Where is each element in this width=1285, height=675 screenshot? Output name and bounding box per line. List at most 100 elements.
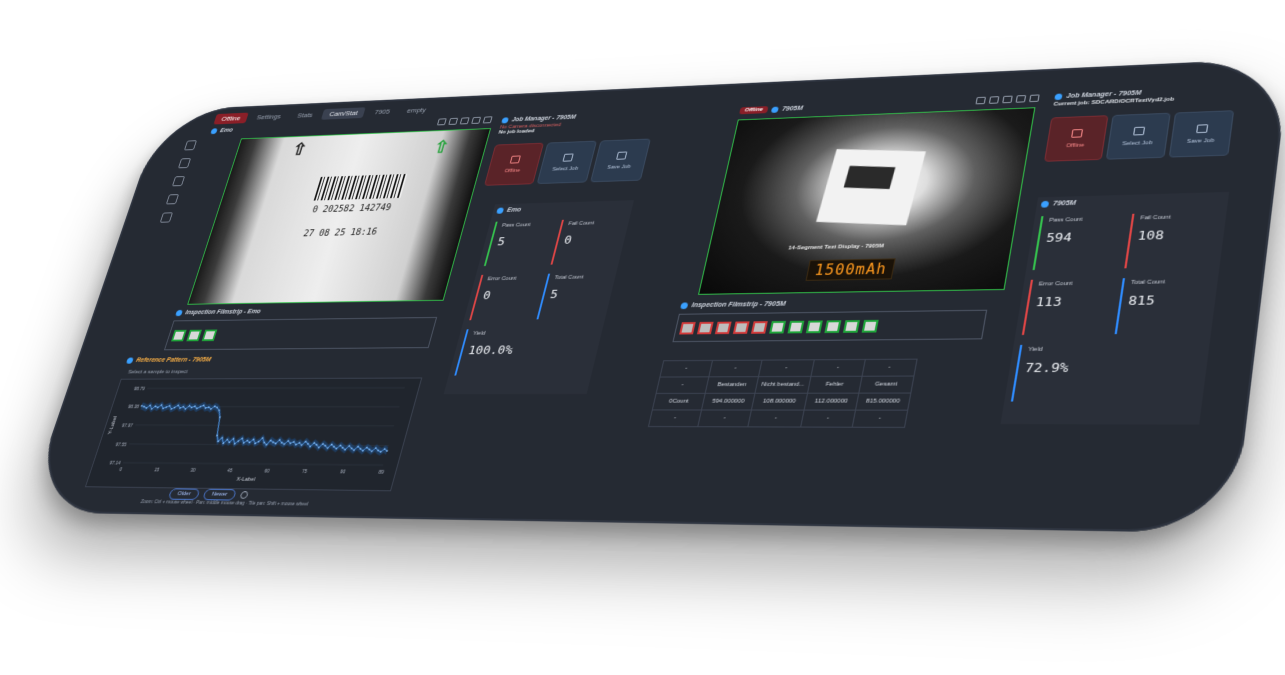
table-cell: 594.000000 xyxy=(701,393,755,411)
table-row: 0Count 594.000000 108.000000 112.000000 815.… xyxy=(652,393,911,411)
select-job-button[interactable]: Select Job xyxy=(1105,112,1171,160)
pass-count-value: 5 xyxy=(495,235,507,249)
label-sticker xyxy=(816,149,926,226)
yield-value: 100.0% xyxy=(466,343,515,358)
arrow-up-icon: ⇧ xyxy=(289,140,310,160)
power-icon xyxy=(1071,128,1084,138)
job-icon xyxy=(1054,93,1063,101)
newer-button[interactable]: Newer xyxy=(201,488,237,501)
film-thumb[interactable] xyxy=(679,321,696,335)
grid-icon[interactable] xyxy=(1002,95,1013,104)
settings-icon[interactable] xyxy=(239,491,249,499)
film-thumb[interactable] xyxy=(861,319,879,333)
offline-button[interactable]: Offline xyxy=(1044,115,1109,162)
film-thumb[interactable] xyxy=(171,329,187,341)
chart-icon xyxy=(125,357,134,364)
zoom-icon[interactable] xyxy=(436,118,447,126)
y-tick-label: 98.38 xyxy=(127,405,140,411)
x-tick-label: 15 xyxy=(153,467,160,473)
pass-count-card: Pass Count 594 xyxy=(1029,210,1129,274)
table-cell: - xyxy=(861,359,917,377)
tab-empty[interactable]: empty xyxy=(399,104,435,116)
reference-chart-svg: 98.79 98.38 97.97 97.55 97.140 15 30 45 60 75 90 89… xyxy=(107,387,421,483)
left-camera-view[interactable]: ⇧ ⇧ 0 202582 142749 27 08 25 18:16 xyxy=(187,128,492,305)
fit-icon[interactable] xyxy=(448,117,459,125)
zoom-icon[interactable] xyxy=(975,96,986,105)
barcode xyxy=(313,173,408,201)
fit-icon[interactable] xyxy=(988,96,1000,104)
zoom-hint: Zoom: Ctrl + mouse wheel · Pan: middle m… xyxy=(139,499,309,508)
film-thumb[interactable] xyxy=(843,319,861,333)
offline-badge: Offline xyxy=(739,106,769,115)
tab-7905[interactable]: 7905 xyxy=(366,105,398,117)
save-job-button[interactable]: Save Job xyxy=(1168,110,1235,158)
table-cell: - xyxy=(747,410,804,428)
film-thumb[interactable] xyxy=(697,321,714,334)
save-icon[interactable] xyxy=(482,116,493,124)
tab-offline[interactable]: Offline xyxy=(213,112,249,125)
folder-icon[interactable] xyxy=(471,116,482,124)
save-icon xyxy=(1196,123,1209,133)
tablet-device: Offline Settings Stats Cam/Stat 7905 emp… xyxy=(25,57,1285,534)
total-count-card: Total Count 815 xyxy=(1111,272,1214,339)
right-filmstrip-title: Inspection Filmstrip - 7905M xyxy=(690,300,787,309)
stats-right-panel: 7905M Pass Count 594 Fail Count 108 Error … xyxy=(1000,191,1230,425)
arrow-up-green-icon: ⇧ xyxy=(431,138,452,158)
y-tick-label: 98.79 xyxy=(133,387,146,393)
chip-icon xyxy=(843,165,896,190)
reference-chart[interactable]: 98.79 98.38 97.97 97.55 97.14 0 15 30 45 60 75 90 89… xyxy=(84,377,423,492)
folder-icon[interactable] xyxy=(1015,95,1027,103)
y-tick-label: 97.55 xyxy=(115,442,128,448)
older-button[interactable]: Older xyxy=(167,488,201,501)
table-cell: Bestanden xyxy=(705,376,759,394)
folder-icon xyxy=(562,153,574,162)
film-thumb[interactable] xyxy=(787,320,805,333)
refresh-icon[interactable] xyxy=(177,158,192,169)
film-thumb[interactable] xyxy=(201,329,218,341)
table-cell: 112.000000 xyxy=(803,393,859,411)
grid-line xyxy=(123,463,383,465)
x-tick-label: 90 xyxy=(339,469,346,475)
total-count-value: 5 xyxy=(548,287,560,302)
film-thumb[interactable] xyxy=(769,320,787,334)
ocr-datetime: 27 08 25 18:16 xyxy=(301,227,379,239)
left-filmstrip-title: Inspection Filmstrip - Emo xyxy=(184,308,262,316)
offline-button[interactable]: Offline xyxy=(484,142,544,186)
film-thumb[interactable] xyxy=(732,320,750,334)
list-icon[interactable] xyxy=(165,194,180,205)
segment-display-title: 14-Segment Text Display - 7905M xyxy=(787,243,885,252)
error-count-value: 0 xyxy=(481,289,493,303)
info-icon[interactable] xyxy=(159,212,173,223)
error-count-card: Error Count 113 xyxy=(1018,274,1119,339)
film-thumb[interactable] xyxy=(824,319,842,333)
yield-card: Yield 72.9% xyxy=(1007,340,1110,406)
x-tick-label: 0 xyxy=(118,467,123,473)
reference-pattern-title: Reference Pattern - 7905M xyxy=(135,356,212,364)
film-thumb[interactable] xyxy=(186,329,203,341)
select-job-button[interactable]: Select Job xyxy=(536,140,598,185)
grid-line xyxy=(135,425,394,426)
fail-count-value: 108 xyxy=(1136,228,1165,244)
x-tick-label: 75 xyxy=(301,469,308,475)
y-axis-label: Y-Label xyxy=(107,416,118,434)
job-icon xyxy=(501,117,509,124)
tab-cam-stat[interactable]: Cam/Stat xyxy=(321,106,367,120)
film-thumb[interactable] xyxy=(805,320,823,333)
total-count-value: 815 xyxy=(1127,293,1156,309)
grid-icon[interactable] xyxy=(459,117,470,125)
right-camera-panel: Offline 7905M 14-Segment Text Display - 7… xyxy=(698,94,1040,296)
save-icon[interactable] xyxy=(1029,94,1040,103)
tab-stats[interactable]: Stats xyxy=(289,109,321,121)
x-tick-label: 60 xyxy=(263,469,270,475)
dashboard-icon[interactable] xyxy=(183,140,197,151)
table-cell: - xyxy=(697,409,752,427)
tab-settings[interactable]: Settings xyxy=(249,110,289,122)
film-thumb[interactable] xyxy=(714,321,732,334)
right-camera-view[interactable]: 14-Segment Text Display - 7905M 1500mAh xyxy=(698,107,1036,295)
monitor-icon[interactable] xyxy=(171,176,186,187)
stats-icon xyxy=(1040,200,1050,208)
table-cell: 0Count xyxy=(652,393,706,410)
save-job-button[interactable]: Save Job xyxy=(590,138,651,183)
pass-count-value: 594 xyxy=(1045,230,1073,246)
film-thumb[interactable] xyxy=(751,320,768,334)
